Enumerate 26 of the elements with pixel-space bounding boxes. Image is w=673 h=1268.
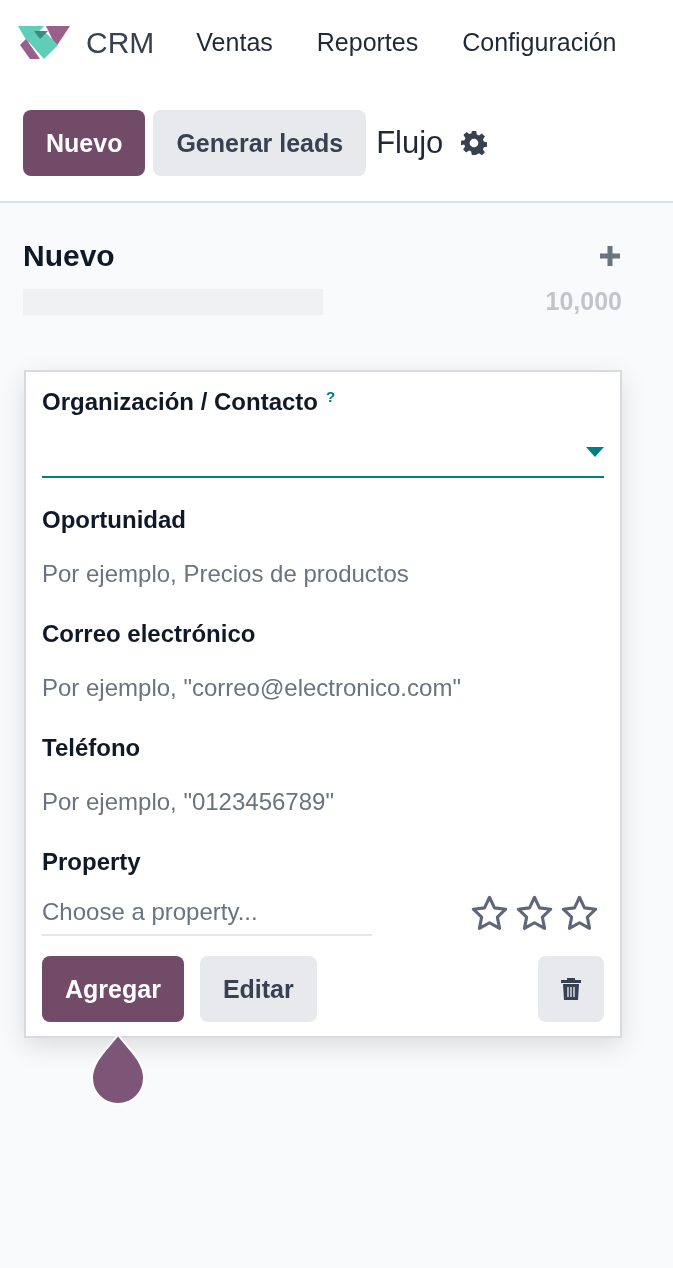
menu-item[interactable]: Configuración [462,28,617,57]
trash-icon [561,977,581,1001]
delete-button[interactable] [538,956,604,1022]
input-field[interactable]: Por ejemplo, "0123456789" [42,784,604,820]
column-title: Nuevo [23,239,115,273]
input-field[interactable]: Por ejemplo, "correo@electronico.com" [42,670,604,706]
field-label: Teléfono [42,734,142,762]
help-mark[interactable]: ? [326,388,336,405]
secondary-button[interactable]: Generar leads [153,110,367,176]
menu-item[interactable]: Ventas [196,28,273,57]
logo-icon[interactable] [16,24,72,61]
plus-icon[interactable] [598,244,622,268]
primary-button[interactable]: Nuevo [23,110,146,176]
secondary-button[interactable]: Editar [199,956,317,1022]
breadcrumb: Flujo [376,125,444,161]
menu-item[interactable]: Reportes [316,28,419,57]
settings-icon[interactable] [461,130,488,156]
field-label: Correo electrónico [42,620,257,648]
input-field[interactable]: Por ejemplo, Precios de productos [42,556,604,592]
field-label: Property [42,848,142,876]
field-label: Oportunidad [42,506,187,534]
caret-icon [586,447,604,457]
input-field[interactable]: Choose a property... [42,890,372,936]
field-label: Organización / Contacto [42,388,319,416]
app-title[interactable]: CRM [86,25,155,60]
primary-button[interactable]: Agregar [42,956,184,1022]
